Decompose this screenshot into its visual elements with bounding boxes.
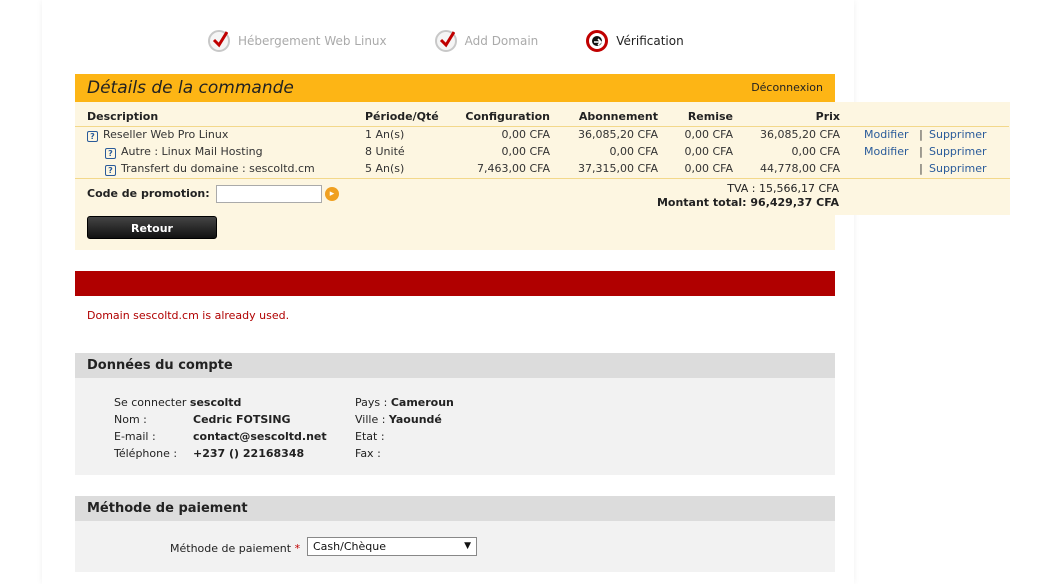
item-config: 0,00 CFA [501,145,550,158]
item-period: 8 Unité [365,145,405,158]
item-subscription: 36,085,20 CFA [577,128,658,142]
delete-link[interactable]: Supprimer [929,162,987,175]
city-value: Yaoundé [388,413,442,426]
item-period: 5 An(s) [365,162,405,175]
step-hosting[interactable]: Hébergement Web Linux [208,30,387,52]
name-value: Cedric FOTSING [193,413,291,426]
arrow-right-icon [586,30,609,52]
item-description: Reseller Web Pro Linux [103,127,229,141]
required-marker: * [294,542,301,555]
order-totals: TVA : 15,566,17 CFA Montant total: 96,42… [657,182,839,210]
col-description: Description [75,108,365,127]
col-price: Prix [733,108,840,127]
tva-value: TVA : 15,566,17 CFA [727,182,839,195]
step-hosting-label: Hébergement Web Linux [238,34,387,48]
payment-method-label: Méthode de paiement [170,542,292,555]
login-value: sescoltd [189,396,242,409]
error-message: Domain sescoltd.cm is already used. [87,309,290,322]
promo-label: Code de promotion: [87,187,210,200]
phone-label: Téléphone : [114,447,178,460]
fax-label: Fax : [355,447,381,460]
payment-method-value: Cash/Chèque [313,540,386,553]
order-header: Détails de la commande Déconnexion [75,74,835,102]
item-discount: 0,00 CFA [684,145,733,158]
item-config: 0,00 CFA [501,128,550,142]
info-icon[interactable]: ? [105,147,116,159]
cart-table: Description Période/Qté Configuration Ab… [75,108,1009,177]
info-icon[interactable]: ? [87,130,98,142]
separator: | [919,128,923,142]
payment-panel-title: Méthode de paiement [75,496,835,521]
separator: | [919,162,923,175]
country-label: Pays : [355,396,388,409]
step-domain[interactable]: Add Domain [434,30,539,52]
dropdown-arrow-icon: ▼ [464,541,471,551]
email-value: contact@sescoltd.net [193,430,327,443]
logout-link[interactable]: Déconnexion [751,81,823,94]
col-subscription: Abonnement [550,108,658,127]
item-price: 36,085,20 CFA [759,128,840,142]
page-title: Détails de la commande [87,78,294,98]
phone-value: +237 () 22168348 [193,447,305,460]
back-button[interactable]: Retour [87,216,217,239]
item-config: 7,463,00 CFA [476,162,550,175]
item-description: Autre : Linux Mail Hosting [121,144,263,158]
item-description: Transfert du domaine : sescoltd.cm [121,161,315,175]
table-row: ? Autre : Linux Mail Hosting 8 Unité 0,00… [75,143,1009,160]
account-panel: Données du compte [75,353,835,475]
col-period: Période/Qté [365,108,445,127]
country-value: Cameroun [390,396,454,409]
item-price: 0,00 CFA [791,145,840,158]
email-label: E-mail : [114,430,156,443]
separator: | [919,145,923,158]
account-panel-title: Données du compte [75,353,835,378]
promo-code-input[interactable] [216,185,322,203]
item-subscription: 37,315,00 CFA [577,162,658,175]
col-configuration: Configuration [445,108,550,127]
step-domain-label: Add Domain [464,34,539,48]
divider [75,178,1010,179]
delete-link[interactable]: Supprimer [929,128,987,141]
table-row: ? Transfert du domaine : sescoltd.cm 5 An… [75,160,1009,177]
item-subscription: 0,00 CFA [609,145,658,158]
login-label: Se connecter [114,396,187,409]
table-row: ? Reseller Web Pro Linux 1 An(s) 0,00 CFA… [75,126,1009,143]
step-verification: Vérification [586,30,684,52]
modify-link[interactable]: Modifier [864,128,908,141]
payment-method-select[interactable]: Cash/Chèque ▼ [307,537,477,556]
item-period: 1 An(s) [365,128,405,142]
item-discount: 0,00 CFA [684,128,733,142]
name-label: Nom : [114,413,147,426]
col-discount: Remise [658,108,733,127]
step-verification-label: Vérification [616,34,684,48]
checkmark-icon [208,30,230,52]
promo-apply-icon[interactable]: ▸ [325,187,339,201]
delete-link[interactable]: Supprimer [929,145,987,158]
total-amount: Montant total: 96,429,37 CFA [656,196,839,209]
error-bar [75,271,835,296]
info-icon[interactable]: ? [105,164,116,176]
modify-link[interactable]: Modifier [864,145,908,158]
item-price: 44,778,00 CFA [759,162,840,175]
checkmark-icon [434,30,457,52]
payment-panel: Méthode de paiement [75,496,835,572]
city-label: Ville : [355,413,386,426]
state-label: Etat : [355,430,385,443]
item-discount: 0,00 CFA [684,162,733,175]
checkout-steps: Hébergement Web Linux Add Domain Vérific… [208,30,732,52]
